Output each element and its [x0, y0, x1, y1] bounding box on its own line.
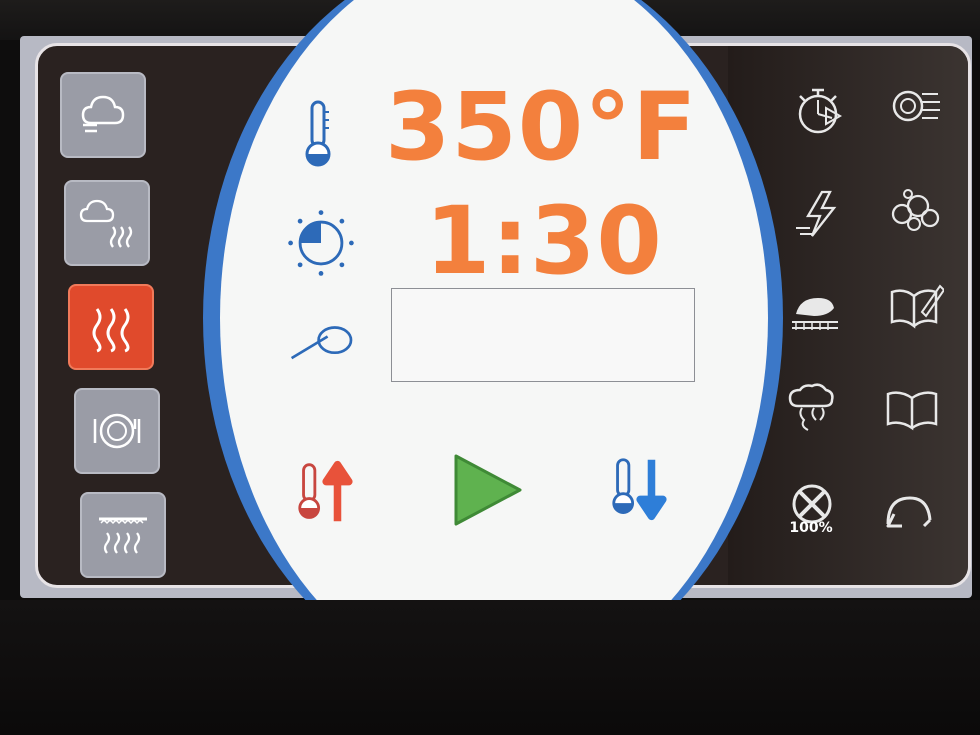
- message-display: [391, 288, 695, 382]
- mode-button-convection[interactable]: [68, 284, 154, 370]
- core-probe-icon[interactable]: [288, 318, 360, 364]
- stopwatch-button[interactable]: [788, 80, 852, 140]
- roast-icon: [792, 298, 838, 330]
- cooldown-icon: [796, 190, 837, 237]
- roast-button[interactable]: [782, 280, 846, 340]
- mode-button-steam[interactable]: [60, 72, 146, 158]
- back-button[interactable]: [876, 480, 940, 540]
- steam-vent-button[interactable]: [882, 76, 946, 136]
- low-temp-heat-icon: [99, 517, 147, 554]
- time-display[interactable]: 1:30: [425, 192, 675, 292]
- plate-regeneration-icon: [93, 413, 141, 449]
- clean-button[interactable]: [882, 180, 946, 240]
- mode-button-combi[interactable]: [64, 180, 150, 266]
- steam-vent-icon: [892, 90, 940, 122]
- smoke-icon: [788, 383, 834, 431]
- oven-bezel-bottom: [0, 600, 980, 735]
- steam-icon: [81, 95, 125, 133]
- recipe-edit-book-icon: [890, 284, 944, 329]
- timer-dial-icon[interactable]: [283, 205, 359, 281]
- recipe-edit-button[interactable]: [884, 276, 948, 336]
- mode-button-regeneration[interactable]: [74, 388, 160, 474]
- recipe-book-button[interactable]: [880, 378, 944, 438]
- play-start-icon[interactable]: [448, 450, 528, 530]
- convection-heat-icon: [92, 308, 130, 353]
- cooldown-button[interactable]: [788, 184, 852, 244]
- temperature-up-icon[interactable]: [296, 458, 362, 526]
- temperature-display[interactable]: 350°F: [385, 78, 705, 178]
- thermometer-icon: [305, 100, 331, 167]
- recipe-book-icon: [886, 391, 938, 431]
- stopwatch-icon: [798, 88, 843, 134]
- combi-steam-heat-icon: [79, 199, 133, 248]
- back-arrow-icon: [886, 496, 932, 528]
- temperature-down-icon[interactable]: [610, 455, 676, 523]
- mode-button-low-temp[interactable]: [80, 492, 166, 578]
- fan-speed-label: 100%: [789, 520, 833, 536]
- smoke-button[interactable]: [780, 378, 844, 438]
- clean-bubbles-icon: [891, 189, 940, 231]
